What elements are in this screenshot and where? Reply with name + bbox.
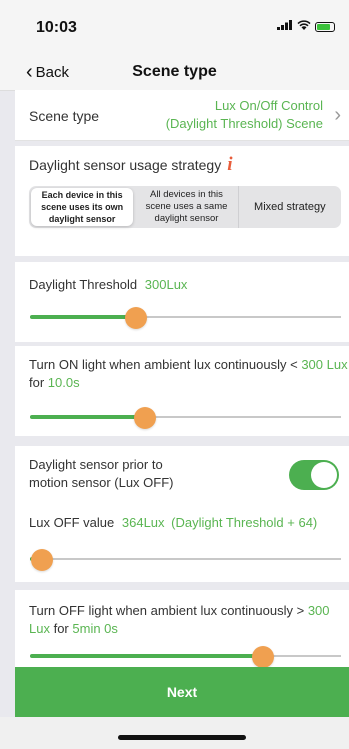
scene-type-row[interactable]: Scene type Lux On/Off Control (Daylight …: [15, 90, 349, 141]
option-line: All devices in this: [150, 189, 223, 200]
turn-on-for: for: [29, 375, 45, 390]
prior-label: Daylight sensor prior to motion sensor (…: [29, 456, 174, 492]
turn-on-prefix: Turn ON light when ambient lux continuou…: [29, 357, 298, 372]
turn-off-text: Turn OFF light when ambient lux continuo…: [29, 602, 349, 638]
slider-fill: [30, 315, 136, 319]
lux-off-note: (Daylight Threshold + 64): [171, 515, 318, 530]
signal-icon: [277, 20, 293, 33]
option-line: daylight sensor: [154, 213, 219, 224]
turn-off-slider[interactable]: [30, 646, 341, 668]
turn-on-lux-unit: Lux: [326, 357, 348, 372]
wifi-icon: [297, 20, 311, 33]
option-line: Mixed strategy: [254, 201, 326, 213]
lux-off-label-row: Lux OFF value 364Lux (Daylight Threshold…: [29, 514, 317, 532]
strategy-segmented-control: Each device in this scene uses its own d…: [29, 186, 341, 228]
option-line: daylight sensor: [48, 214, 116, 224]
slider-thumb[interactable]: [31, 549, 54, 571]
turn-on-section: Turn ON light when ambient lux continuou…: [15, 346, 349, 436]
slider-thumb[interactable]: [124, 307, 147, 329]
scene-type-value: Lux On/Off Control (Daylight Threshold) …: [143, 97, 323, 133]
status-bar: 10:03: [0, 0, 349, 48]
option-line: Each device in this: [41, 190, 123, 200]
lux-off-value: 364Lux: [121, 515, 165, 530]
turn-off-duration: 5min 0s: [72, 621, 118, 636]
prior-toggle[interactable]: [289, 460, 339, 490]
turn-on-lux: 300: [301, 357, 324, 372]
turn-off-section: Turn OFF light when ambient lux continuo…: [15, 590, 349, 668]
option-line: scene uses its own: [41, 202, 124, 212]
prior-line1: Daylight sensor prior to: [29, 457, 163, 472]
scene-type-label: Scene type: [29, 108, 100, 124]
scene-type-value-line1: Lux On/Off Control: [214, 98, 323, 113]
threshold-slider[interactable]: [30, 307, 341, 329]
battery-icon: [315, 21, 335, 32]
strategy-option-mixed[interactable]: Mixed strategy: [237, 186, 341, 228]
status-time: 10:03: [36, 19, 77, 36]
chevron-right-icon: ›: [334, 104, 341, 126]
strategy-title-text: Daylight sensor usage strategy: [29, 157, 222, 173]
turn-on-duration: 10.0s: [47, 375, 80, 390]
scene-type-value-line2: (Daylight Threshold) Scene: [165, 116, 323, 131]
threshold-section: Daylight Threshold 300Lux: [15, 262, 349, 342]
lux-off-slider[interactable]: [30, 549, 341, 571]
threshold-value: 300Lux: [144, 277, 188, 292]
toggle-knob: [311, 462, 337, 488]
strategy-option-own-sensor[interactable]: Each device in this scene uses its own d…: [31, 188, 134, 226]
option-line: scene uses a same: [145, 201, 228, 212]
navigation-bar: ‹ Back Scene type: [0, 48, 349, 91]
info-icon[interactable]: i: [227, 154, 232, 175]
threshold-label-row: Daylight Threshold 300Lux: [29, 276, 187, 294]
slider-thumb[interactable]: [134, 407, 157, 429]
slider-fill: [30, 654, 264, 658]
slider-track: [30, 558, 341, 560]
home-area: [0, 717, 349, 749]
threshold-label: Daylight Threshold: [29, 277, 138, 292]
prior-line2: motion sensor (Lux OFF): [29, 475, 174, 490]
strategy-section: Daylight sensor usage strategy i Each dev…: [15, 146, 349, 256]
strategy-title: Daylight sensor usage strategy i: [29, 154, 233, 176]
turn-on-slider[interactable]: [30, 407, 341, 429]
home-indicator[interactable]: [118, 735, 246, 740]
next-button[interactable]: Next: [15, 667, 349, 717]
lux-off-label: Lux OFF value: [29, 515, 115, 530]
lux-off-section: Lux OFF value 364Lux (Daylight Threshold…: [15, 504, 349, 582]
turn-on-text: Turn ON light when ambient lux continuou…: [29, 356, 349, 392]
status-icons: [277, 20, 335, 33]
next-label: Next: [166, 684, 198, 700]
turn-off-prefix: Turn OFF light when ambient lux continuo…: [29, 603, 305, 618]
page-title: Scene type: [132, 63, 217, 80]
turn-off-for: for: [53, 621, 69, 636]
prior-section: Daylight sensor prior to motion sensor (…: [15, 446, 349, 504]
slider-fill: [30, 415, 146, 419]
strategy-option-same-sensor[interactable]: All devices in this scene uses a same da…: [135, 186, 237, 228]
slider-thumb[interactable]: [252, 646, 275, 668]
